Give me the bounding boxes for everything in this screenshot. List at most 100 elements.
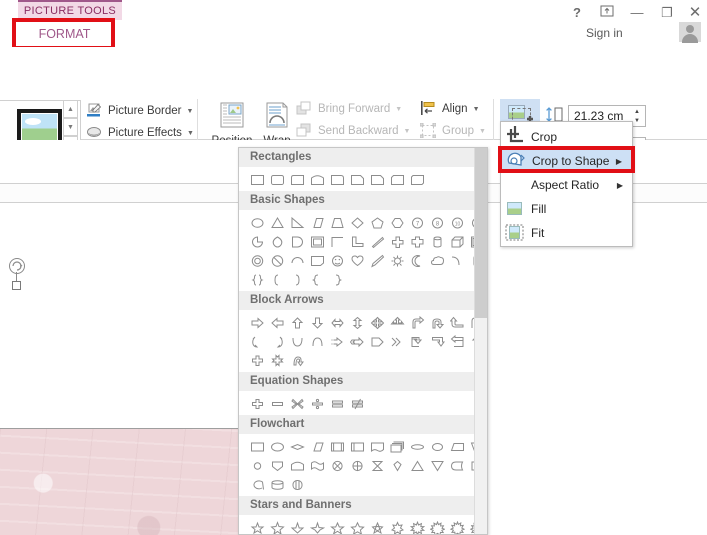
shape-item[interactable]: [407, 518, 427, 535]
close-icon[interactable]: ✕: [681, 2, 707, 24]
shape-item[interactable]: [307, 251, 327, 270]
shape-item[interactable]: [287, 351, 307, 370]
shape-item[interactable]: [327, 170, 347, 189]
shape-item[interactable]: [307, 437, 327, 456]
shape-item[interactable]: [247, 251, 267, 270]
shape-item[interactable]: [267, 437, 287, 456]
shape-item[interactable]: [427, 232, 447, 251]
chevron-down-icon[interactable]: ▼: [404, 128, 411, 135]
shape-item[interactable]: [347, 213, 367, 232]
shape-item[interactable]: [267, 475, 287, 494]
shape-item[interactable]: [447, 251, 467, 270]
shape-item[interactable]: 7: [407, 213, 427, 232]
chevron-down-icon[interactable]: ▼: [473, 106, 480, 113]
scrollbar-thumb[interactable]: [475, 148, 488, 318]
shape-item[interactable]: [327, 270, 347, 289]
rotate-handle-icon[interactable]: [9, 258, 25, 274]
shape-item[interactable]: [327, 313, 347, 332]
sign-in-link[interactable]: Sign in: [586, 26, 623, 40]
shape-item[interactable]: [247, 518, 267, 535]
shape-item[interactable]: [327, 518, 347, 535]
shape-item[interactable]: [347, 170, 367, 189]
shape-item[interactable]: [307, 232, 327, 251]
shape-item[interactable]: [327, 437, 347, 456]
shape-item[interactable]: [267, 351, 287, 370]
shape-item[interactable]: 8: [427, 213, 447, 232]
shape-item[interactable]: [247, 351, 267, 370]
restore-icon[interactable]: ❐: [653, 2, 681, 24]
shape-item[interactable]: [407, 232, 427, 251]
shape-item[interactable]: [387, 251, 407, 270]
shape-item[interactable]: [367, 213, 387, 232]
shape-item[interactable]: [307, 270, 327, 289]
shape-item[interactable]: [267, 518, 287, 535]
shape-item[interactable]: [327, 251, 347, 270]
shape-item[interactable]: [287, 518, 307, 535]
shape-item[interactable]: [327, 394, 347, 413]
shape-item[interactable]: [407, 332, 427, 351]
shape-item[interactable]: [287, 213, 307, 232]
shape-item[interactable]: [347, 518, 367, 535]
shape-item[interactable]: [287, 270, 307, 289]
shape-item[interactable]: [407, 170, 427, 189]
shape-item[interactable]: [387, 437, 407, 456]
shape-item[interactable]: [247, 232, 267, 251]
shape-item[interactable]: [427, 251, 447, 270]
shapes-gallery-flyout[interactable]: RectanglesBasic Shapes781012Block Arrows…: [238, 147, 488, 535]
shape-item[interactable]: [267, 394, 287, 413]
shapes-gallery-scrollbar[interactable]: [474, 148, 487, 534]
shape-item[interactable]: [347, 332, 367, 351]
shape-item[interactable]: [307, 313, 327, 332]
shape-item[interactable]: [447, 437, 467, 456]
shape-item[interactable]: [247, 213, 267, 232]
gallery-scroll-down-icon[interactable]: ▼: [63, 118, 78, 136]
menu-item-fit[interactable]: Fit: [501, 221, 632, 245]
avatar[interactable]: [679, 22, 701, 42]
shape-item[interactable]: [367, 313, 387, 332]
group-button[interactable]: Group ▼: [420, 120, 488, 142]
shape-item[interactable]: 10: [447, 213, 467, 232]
shape-item[interactable]: [267, 232, 287, 251]
chevron-down-icon[interactable]: ▼: [187, 108, 194, 115]
shape-item[interactable]: [287, 332, 307, 351]
shape-item[interactable]: [367, 251, 387, 270]
shape-item[interactable]: [247, 394, 267, 413]
shape-item[interactable]: [267, 313, 287, 332]
shape-item[interactable]: [307, 518, 327, 535]
spinner-up-icon[interactable]: ▲: [634, 109, 640, 115]
shape-item[interactable]: [367, 170, 387, 189]
shape-item[interactable]: [307, 332, 327, 351]
shape-item[interactable]: [387, 313, 407, 332]
shape-item[interactable]: [347, 394, 367, 413]
chevron-down-icon[interactable]: ▼: [479, 128, 486, 135]
shape-item[interactable]: [287, 170, 307, 189]
shape-item[interactable]: [247, 475, 267, 494]
chevron-down-icon[interactable]: ▼: [395, 106, 402, 113]
shape-item[interactable]: [387, 518, 407, 535]
shape-item[interactable]: [367, 232, 387, 251]
shape-item[interactable]: [447, 332, 467, 351]
shape-item[interactable]: [287, 313, 307, 332]
shape-item[interactable]: [367, 437, 387, 456]
shape-item[interactable]: [427, 313, 447, 332]
shape-item[interactable]: [267, 456, 287, 475]
shape-item[interactable]: [307, 170, 327, 189]
shape-item[interactable]: [287, 251, 307, 270]
shape-item[interactable]: [287, 456, 307, 475]
shape-item[interactable]: [287, 394, 307, 413]
menu-item-aspect-ratio[interactable]: Aspect Ratio ▶: [501, 173, 632, 197]
shape-item[interactable]: [387, 232, 407, 251]
minimize-icon[interactable]: —: [623, 2, 651, 24]
shape-item[interactable]: [307, 213, 327, 232]
shape-item[interactable]: [327, 232, 347, 251]
send-backward-button[interactable]: Send Backward ▼: [296, 120, 410, 142]
spinner-down-icon[interactable]: ▼: [634, 118, 640, 124]
gallery-scroll-up-icon[interactable]: ▲: [63, 100, 78, 118]
shape-item[interactable]: [347, 456, 367, 475]
shape-item[interactable]: [387, 170, 407, 189]
shape-item[interactable]: [327, 213, 347, 232]
shape-item[interactable]: [427, 332, 447, 351]
shape-item[interactable]: [267, 213, 287, 232]
shape-item[interactable]: [387, 456, 407, 475]
shape-item[interactable]: [387, 332, 407, 351]
